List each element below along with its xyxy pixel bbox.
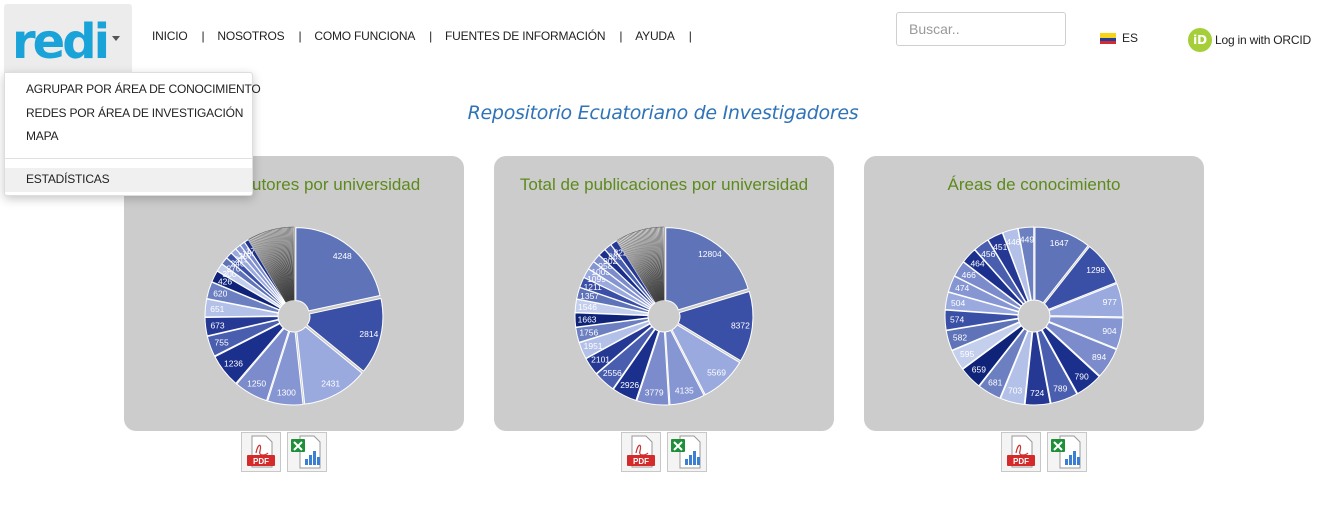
slice-label: 449 <box>1020 234 1034 244</box>
slice-label: 1546 <box>578 302 597 312</box>
search-input[interactable] <box>896 12 1066 46</box>
slice-label: 1647 <box>1050 238 1069 248</box>
chart-card-autores: utores por universidad 4248 2814 2431 1300 1… <box>124 156 464 431</box>
nav-link-como-funciona[interactable]: COMO FUNCIONA <box>314 29 415 43</box>
slice-label: 651 <box>210 304 224 314</box>
export-pdf-button[interactable]: PDF <box>621 432 661 472</box>
brand-dropdown-menu: AGRUPAR POR ÁREA DE CONOCIMIENTO REDES P… <box>4 72 261 196</box>
nav-separator: | <box>201 29 205 43</box>
slice-label: 474 <box>955 283 969 293</box>
excel-icon <box>671 435 701 469</box>
export-buttons-areas: PDF <box>1001 432 1087 472</box>
pdf-icon: PDF <box>247 435 275 468</box>
slice-label: 4248 <box>333 251 352 261</box>
slice-label: 464 <box>970 259 984 269</box>
slice-label: 8372 <box>731 321 750 331</box>
slice-label: 620 <box>213 289 227 299</box>
brand-menu-toggle[interactable]: redi <box>4 4 132 72</box>
menu-item-mapa[interactable]: MAPA <box>26 129 59 143</box>
language-label: ES <box>1122 31 1139 45</box>
slice-label: 659 <box>972 365 986 375</box>
orcid-login-label: Log in with ORCID <box>1215 33 1311 47</box>
slice-label: 703 <box>1008 386 1022 396</box>
orcid-icon: iD <box>1188 28 1212 52</box>
pie-chart-publicaciones: 12804 8372 5569 4135 3779 2926 2556 2101 1951 175… <box>574 226 754 406</box>
slice-label: 4135 <box>675 385 694 395</box>
chevron-down-icon <box>112 36 120 41</box>
slice-label: 1300 <box>277 388 296 398</box>
slice-label: 790 <box>1075 371 1089 381</box>
nav-link-ayuda[interactable]: AYUDA <box>635 29 675 43</box>
slice-label: 1663 <box>578 314 597 324</box>
slice-label: 789 <box>1053 383 1067 393</box>
pdf-icon-label: PDF <box>1013 457 1029 466</box>
svg-text:redi: redi <box>12 14 107 66</box>
export-excel-button[interactable] <box>287 432 327 472</box>
pie-chart-autores: 4248281424311300125012367556736516204263… <box>204 226 384 406</box>
pdf-icon-label: PDF <box>253 457 269 466</box>
nav-separator: | <box>619 29 623 43</box>
excel-icon <box>1051 435 1081 469</box>
pdf-icon: PDF <box>627 435 655 468</box>
slice-label: 1951 <box>584 341 603 351</box>
slice-label: 755 <box>215 337 229 347</box>
slice-label: 446 <box>1006 237 1020 247</box>
menu-divider <box>5 158 252 159</box>
pdf-icon-label: PDF <box>633 457 649 466</box>
slice-label: 12804 <box>698 249 722 259</box>
pdf-icon: PDF <box>1007 435 1035 468</box>
slice-label: 1298 <box>1086 265 1105 275</box>
slice-label: 5569 <box>707 367 726 377</box>
slice-label: 2814 <box>359 329 378 339</box>
export-excel-button[interactable] <box>1047 432 1087 472</box>
slice-label: 466 <box>962 270 976 280</box>
export-pdf-button[interactable]: PDF <box>1001 432 1041 472</box>
nav-link-fuentes[interactable]: FUENTES DE INFORMACIÓN <box>445 29 605 43</box>
main-nav: INICIO | NOSOTROS | COMO FUNCIONA | FUEN… <box>152 29 705 43</box>
chart-card-publicaciones: Total de publicaciones por universidad 1… <box>494 156 834 431</box>
slice-label: 582 <box>953 332 967 342</box>
language-selector[interactable]: ES <box>1100 31 1138 45</box>
slice-label: 894 <box>1092 352 1106 362</box>
nav-link-inicio[interactable]: INICIO <box>152 29 188 43</box>
slice-label: 504 <box>951 298 965 308</box>
slice-label: 1236 <box>224 359 243 369</box>
nav-separator: | <box>688 29 692 43</box>
slice-label: 977 <box>1103 297 1117 307</box>
pie-chart-areas: 1647 1298 977 904 894790 789 724 703 681659 595 58… <box>944 226 1124 406</box>
slice-label: 2101 <box>591 355 610 365</box>
slice-label: 724 <box>1030 388 1044 398</box>
slice-label: 2431 <box>321 379 340 389</box>
export-buttons-publicaciones: PDF <box>621 432 707 472</box>
export-buttons-autores: PDF <box>241 432 327 472</box>
pie-slice[interactable] <box>295 227 381 312</box>
redi-logo: redi <box>12 14 110 66</box>
slice-label: 673 <box>210 320 224 330</box>
navbar: redi INICIO | NOSOTROS | COMO FUNCIONA |… <box>0 0 1320 72</box>
slice-label: 1756 <box>579 327 598 337</box>
nav-link-nosotros[interactable]: NOSOTROS <box>217 29 284 43</box>
nav-separator: | <box>429 29 433 43</box>
ecuador-flag-icon <box>1100 32 1116 44</box>
menu-item-estadisticas[interactable]: ESTADÍSTICAS <box>26 172 110 186</box>
slice-label: 681 <box>988 378 1002 388</box>
orcid-login-button[interactable]: iD Log in with ORCID <box>1188 28 1311 52</box>
slice-label: 2926 <box>620 380 639 390</box>
menu-item-redes[interactable]: REDES POR ÁREA DE INVESTIGACIÓN <box>26 106 243 120</box>
slice-label: 1250 <box>247 378 266 388</box>
slice-label: 2556 <box>603 368 622 378</box>
nav-separator: | <box>298 29 302 43</box>
chart-card-areas: Áreas de conocimiento 1647 1298 977 904 894 7… <box>864 156 1204 431</box>
export-pdf-button[interactable]: PDF <box>241 432 281 472</box>
slice-label: 904 <box>1102 326 1116 336</box>
slice-label: 595 <box>960 349 974 359</box>
menu-item-agrupar[interactable]: AGRUPAR POR ÁREA DE CONOCIMIENTO <box>26 82 261 96</box>
excel-icon <box>291 435 321 469</box>
slice-label: 3779 <box>645 387 664 397</box>
slice-label: 574 <box>950 315 964 325</box>
export-excel-button[interactable] <box>667 432 707 472</box>
